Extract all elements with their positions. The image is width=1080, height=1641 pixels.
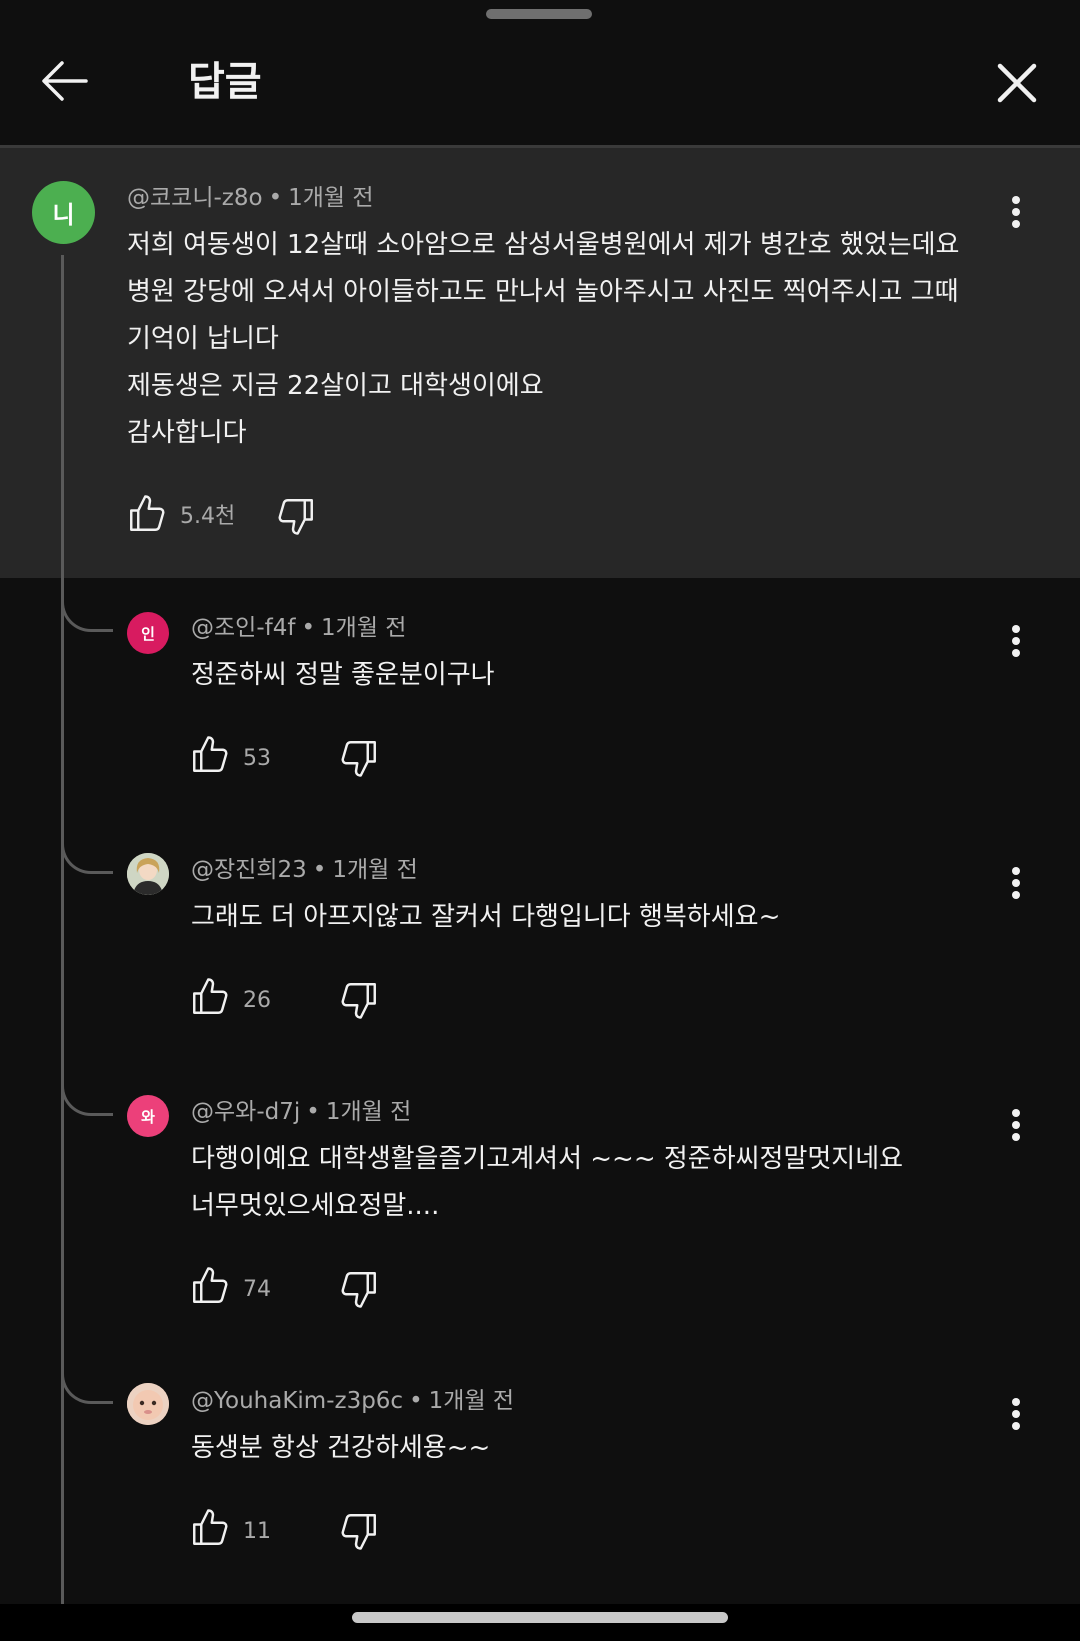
comment-line: 너무멋있으세요정말.... bbox=[191, 1191, 440, 1221]
thumbs-up-icon bbox=[193, 978, 228, 1014]
author-name[interactable]: @조인-f4f bbox=[191, 615, 295, 641]
thread-connector bbox=[61, 822, 113, 874]
thread-line bbox=[61, 255, 64, 1641]
comment-text: 그래도 더 아프지않고 잘커서 다행입니다 행복하세요~ bbox=[191, 894, 780, 941]
author-name[interactable]: @YouhaKim-z3p6c bbox=[191, 1388, 403, 1414]
author-name[interactable]: @코코니-z8o bbox=[127, 185, 263, 211]
comment-line: 병원 강당에 오셔서 아이들하고도 만나서 놀아주시고 사진도 찍어주시고 그때 bbox=[127, 277, 959, 307]
author-name[interactable]: @장진희23 bbox=[191, 857, 307, 883]
like-count: 74 bbox=[243, 1277, 271, 1302]
page-title: 답글 bbox=[188, 59, 262, 105]
avatar[interactable] bbox=[127, 853, 169, 895]
comment-meta: @우와-d7j • 1개월 전 bbox=[191, 1095, 411, 1129]
arrow-left-icon bbox=[42, 61, 88, 101]
comment-text: 저희 여동생이 12살때 소아암으로 삼성서울병원에서 제가 병간호 했었는데요… bbox=[127, 222, 959, 457]
like-button[interactable] bbox=[189, 976, 231, 1018]
thumbs-down-icon bbox=[341, 1514, 376, 1550]
comment-meta: @코코니-z8o • 1개월 전 bbox=[127, 181, 374, 215]
comment-meta: @장진희23 • 1개월 전 bbox=[191, 853, 418, 887]
like-button[interactable] bbox=[189, 734, 231, 776]
avatar[interactable]: 인 bbox=[127, 612, 169, 654]
home-indicator[interactable] bbox=[352, 1612, 728, 1623]
like-count: 26 bbox=[243, 988, 271, 1013]
dislike-button[interactable] bbox=[338, 1268, 380, 1310]
more-options-button[interactable] bbox=[996, 618, 1036, 664]
meta-separator: • bbox=[301, 615, 316, 641]
thumbs-down-icon bbox=[341, 1272, 376, 1308]
avatar[interactable]: 니 bbox=[32, 181, 95, 244]
comment-time[interactable]: 1개월 전 bbox=[288, 185, 373, 211]
comment-time[interactable]: 1개월 전 bbox=[429, 1388, 514, 1414]
header-divider bbox=[0, 145, 1080, 148]
meta-separator: • bbox=[312, 857, 327, 883]
comment-time[interactable]: 1개월 전 bbox=[326, 1099, 411, 1125]
comment-text: 정준하씨 정말 좋운분이구나 bbox=[191, 652, 495, 699]
comment-line: 저희 여동생이 12살때 소아암으로 삼성서울병원에서 제가 병간호 했었는데요 bbox=[127, 230, 960, 260]
comment-line: 제동생은 지금 22살이고 대학생이에요 bbox=[127, 371, 544, 401]
dislike-button[interactable] bbox=[338, 737, 380, 779]
more-options-button[interactable] bbox=[996, 189, 1036, 235]
avatar-letter: 인 bbox=[141, 624, 155, 643]
comment-time[interactable]: 1개월 전 bbox=[321, 615, 406, 641]
author-name[interactable]: @우와-d7j bbox=[191, 1099, 300, 1125]
comment-meta: @YouhaKim-z3p6c • 1개월 전 bbox=[191, 1384, 514, 1418]
more-vert-icon bbox=[1012, 1398, 1020, 1430]
dislike-button[interactable] bbox=[338, 979, 380, 1021]
comment-line: 동생분 항상 건강하세용~~ bbox=[191, 1433, 491, 1463]
like-button[interactable] bbox=[189, 1507, 231, 1549]
like-count: 5.4천 bbox=[180, 504, 236, 529]
like-button[interactable] bbox=[126, 493, 168, 535]
back-button[interactable] bbox=[34, 50, 96, 112]
comment-time[interactable]: 1개월 전 bbox=[332, 857, 417, 883]
more-options-button[interactable] bbox=[996, 1102, 1036, 1148]
thread-connector bbox=[61, 1064, 113, 1116]
dislike-button[interactable] bbox=[275, 495, 317, 537]
more-vert-icon bbox=[1012, 196, 1020, 228]
thumbs-down-icon bbox=[278, 499, 313, 535]
avatar[interactable]: 와 bbox=[127, 1095, 169, 1137]
meta-separator: • bbox=[268, 185, 283, 211]
avatar-image bbox=[127, 853, 169, 895]
comment-text: 다행이예요 대학생활을즐기고계셔서 ~~~ 정준하씨정말멋지네요 너무멋있으세요… bbox=[191, 1136, 903, 1230]
comment-text: 동생분 항상 건강하세용~~ bbox=[191, 1425, 490, 1472]
more-vert-icon bbox=[1012, 867, 1020, 899]
like-count: 11 bbox=[243, 1519, 271, 1544]
avatar[interactable] bbox=[127, 1383, 169, 1425]
dislike-button[interactable] bbox=[338, 1510, 380, 1552]
avatar-image bbox=[127, 1383, 169, 1425]
thumbs-up-icon bbox=[193, 1267, 228, 1303]
replies-panel: 답글 니 @코코니-z8o • 1개월 전 저희 여동생이 12살때 소아암으로 삼… bbox=[0, 0, 1080, 1641]
comment-line: 다행이예요 대학생활을즐기고계셔서 ~~~ 정준하씨정말멋지네요 bbox=[191, 1144, 904, 1174]
drag-handle[interactable] bbox=[486, 9, 592, 19]
close-icon bbox=[997, 63, 1037, 103]
avatar-letter: 니 bbox=[52, 201, 75, 229]
thumbs-down-icon bbox=[341, 983, 376, 1019]
thread-connector bbox=[61, 1352, 113, 1404]
comment-line: 기억이 납니다 bbox=[127, 324, 279, 354]
close-button[interactable] bbox=[986, 52, 1048, 114]
meta-separator: • bbox=[306, 1099, 320, 1125]
comment-meta: @조인-f4f • 1개월 전 bbox=[191, 611, 406, 645]
more-options-button[interactable] bbox=[996, 1391, 1036, 1437]
more-vert-icon bbox=[1012, 625, 1020, 657]
header-bar: 답글 bbox=[0, 0, 1080, 148]
thread-connector bbox=[61, 580, 113, 632]
thumbs-up-icon bbox=[193, 1509, 228, 1545]
thumbs-down-icon bbox=[341, 741, 376, 777]
avatar-letter: 와 bbox=[141, 1107, 155, 1126]
thumbs-up-icon bbox=[193, 736, 228, 772]
more-vert-icon bbox=[1012, 1109, 1020, 1141]
like-button[interactable] bbox=[189, 1265, 231, 1307]
meta-separator: • bbox=[409, 1388, 423, 1414]
more-options-button[interactable] bbox=[996, 860, 1036, 906]
comment-line: 정준하씨 정말 좋운분이구나 bbox=[191, 660, 495, 690]
comment-line: 감사합니다 bbox=[127, 418, 247, 448]
comment-line: 그래도 더 아프지않고 잘커서 다행입니다 행복하세요~ bbox=[191, 902, 781, 932]
thumbs-up-icon bbox=[130, 495, 165, 531]
like-count: 53 bbox=[243, 746, 271, 771]
